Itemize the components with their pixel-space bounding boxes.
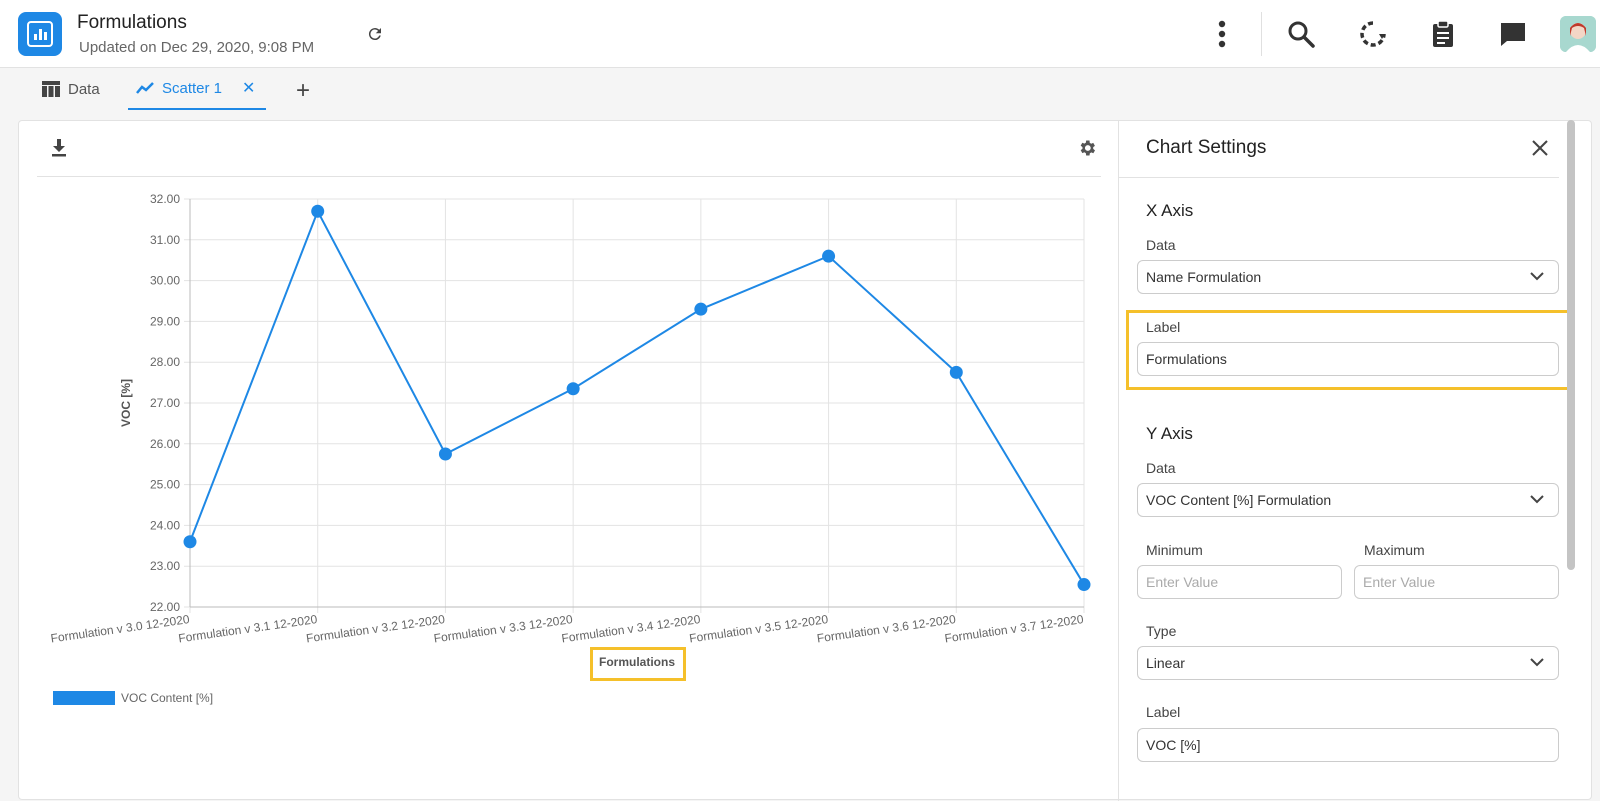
- x-tick-label: Formulation v 3.7 12-2020: [944, 612, 1085, 645]
- page-title: Formulations: [77, 12, 187, 33]
- x-tick-label: Formulation v 3.3 12-2020: [433, 612, 574, 645]
- loading-spinner-icon[interactable]: [1357, 18, 1389, 50]
- y-axis-section-title: Y Axis: [1146, 424, 1193, 443]
- chart-toolbar: [37, 121, 1101, 177]
- search-icon[interactable]: [1285, 18, 1317, 50]
- data-point: [1077, 578, 1091, 592]
- y-min-input[interactable]: Enter Value: [1137, 565, 1342, 599]
- x-tick-label: Formulation v 3.6 12-2020: [816, 612, 957, 645]
- y-tick-label: 24.00: [150, 518, 180, 532]
- y-max-label: Maximum: [1364, 542, 1425, 558]
- y-min-placeholder: Enter Value: [1146, 574, 1219, 590]
- data-point: [566, 382, 580, 396]
- y-tick-label: 30.00: [150, 274, 180, 288]
- y-tick-label: 27.00: [150, 396, 180, 410]
- data-point: [822, 249, 836, 263]
- y-max-input[interactable]: Enter Value: [1354, 565, 1559, 599]
- x-axis-section-title: X Axis: [1146, 201, 1194, 220]
- y-max-placeholder: Enter Value: [1363, 574, 1436, 590]
- chevron-down-icon: [1530, 495, 1544, 504]
- chart-area: 22.00 23.00 24.00 25.00 26.00 27.00 28.00 29.00…: [19, 121, 1119, 801]
- data-point: [438, 447, 452, 461]
- download-icon[interactable]: [51, 139, 67, 162]
- data-point: [311, 204, 325, 218]
- last-updated-text: Updated on Dec 29, 2020, 9:08 PM: [79, 39, 315, 56]
- x-label-label: Label: [1146, 319, 1181, 335]
- y-tick-label: 25.00: [150, 478, 180, 492]
- y-type-select[interactable]: Linear: [1137, 646, 1559, 680]
- clipboard-icon[interactable]: [1427, 18, 1459, 50]
- chart-card: 22.00 23.00 24.00 25.00 26.00 27.00 28.00 29.00…: [18, 120, 1592, 801]
- chart-settings-panel: Chart Settings X Axis Data Name Formulat…: [1119, 121, 1579, 801]
- y-tick-label: 22.00: [150, 600, 180, 614]
- y-type-value: Linear: [1146, 655, 1185, 671]
- x-data-label: Data: [1146, 237, 1176, 253]
- x-tick-label: Formulation v 3.2 12-2020: [305, 612, 446, 645]
- series-line: [189, 208, 1085, 586]
- y-axis-label: VOC [%]: [119, 379, 133, 427]
- chat-icon[interactable]: [1497, 18, 1529, 50]
- data-point: [183, 535, 197, 549]
- legend-swatch: [53, 691, 115, 705]
- y-tick-label: 23.00: [150, 559, 180, 573]
- tab-scatter-1-label: Scatter 1: [162, 79, 223, 97]
- x-tick-label: Formulation v 3.0 12-2020: [50, 612, 191, 645]
- y-type-label: Type: [1146, 623, 1177, 639]
- line-chart: 22.00 23.00 24.00 25.00 26.00 27.00 28.00 29.00…: [50, 192, 1091, 645]
- more-vert-icon[interactable]: [1206, 18, 1238, 50]
- y-tick-label: 32.00: [150, 192, 180, 206]
- line-chart-icon: [136, 81, 154, 95]
- x-label-value: Formulations: [1146, 351, 1227, 367]
- y-tick-label: 29.00: [150, 314, 180, 328]
- y-min-label: Minimum: [1146, 542, 1203, 558]
- table-icon: [42, 81, 60, 97]
- tab-data-label: Data: [68, 80, 100, 98]
- app-logo-icon[interactable]: [18, 12, 62, 56]
- settings-divider: [1119, 177, 1559, 178]
- x-data-value: Name Formulation: [1146, 269, 1262, 285]
- header-divider: [1261, 12, 1262, 56]
- tab-data[interactable]: Data: [42, 68, 100, 110]
- data-point: [949, 365, 963, 379]
- tab-bar: Data Scatter 1 ✕ +: [0, 68, 1600, 116]
- legend-label: VOC Content [%]: [121, 691, 214, 705]
- data-point: [694, 302, 708, 316]
- y-data-select[interactable]: VOC Content [%] Formulation: [1137, 483, 1559, 517]
- chart-legend[interactable]: VOC Content [%]: [53, 691, 213, 705]
- x-label-input[interactable]: Formulations: [1137, 342, 1559, 376]
- y-label-label: Label: [1146, 704, 1181, 720]
- refresh-icon[interactable]: [366, 25, 384, 43]
- x-data-select[interactable]: Name Formulation: [1137, 260, 1559, 294]
- close-icon[interactable]: [1531, 139, 1549, 162]
- add-tab-button[interactable]: +: [296, 77, 310, 105]
- close-tab-icon[interactable]: ✕: [242, 78, 255, 98]
- x-tick-label: Formulation v 3.4 12-2020: [561, 612, 702, 645]
- y-label-value: VOC [%]: [1146, 737, 1201, 753]
- app-header: Formulations Updated on Dec 29, 2020, 9:…: [0, 0, 1600, 68]
- x-tick-label: Formulation v 3.1 12-2020: [177, 612, 318, 645]
- user-avatar[interactable]: [1560, 16, 1596, 52]
- tab-scatter-1[interactable]: Scatter 1 ✕: [128, 68, 266, 110]
- settings-title: Chart Settings: [1146, 137, 1267, 158]
- y-data-value: VOC Content [%] Formulation: [1146, 492, 1332, 508]
- chevron-down-icon: [1530, 272, 1544, 281]
- chevron-down-icon: [1530, 658, 1544, 667]
- x-tick-label: Formulation v 3.5 12-2020: [688, 612, 829, 645]
- y-tick-label: 26.00: [150, 437, 180, 451]
- settings-gear-icon[interactable]: [1077, 138, 1097, 163]
- x-axis-label-highlight: [590, 647, 686, 681]
- y-label-input[interactable]: VOC [%]: [1137, 728, 1559, 762]
- settings-scrollbar[interactable]: [1567, 120, 1575, 570]
- y-tick-label: 28.00: [150, 355, 180, 369]
- y-data-label: Data: [1146, 460, 1176, 476]
- y-tick-label: 31.00: [150, 233, 180, 247]
